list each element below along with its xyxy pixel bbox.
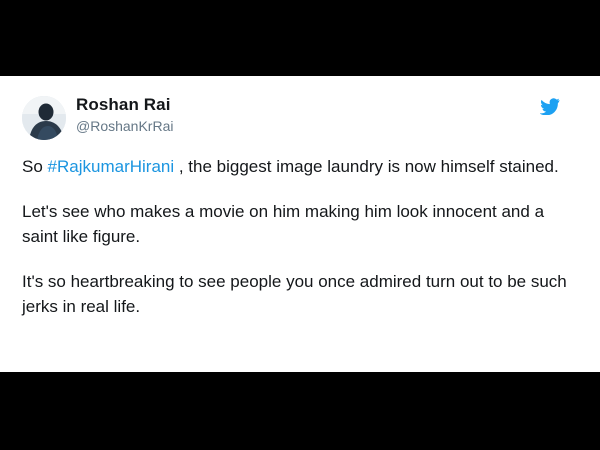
tweet-paragraph-2: Let's see who makes a movie on him makin… [22, 202, 545, 246]
tweet-paragraph-3: It's so heartbreaking to see people you … [22, 272, 567, 316]
hashtag-link[interactable]: #RajkumarHirani [48, 157, 175, 176]
text-segment: So [22, 157, 48, 176]
tweet-text: So #RajkumarHirani , the biggest image l… [22, 154, 578, 339]
author-handle[interactable]: @RoshanKrRai [76, 118, 173, 134]
tweet-card: Roshan Rai @RoshanKrRai So #RajkumarHira… [0, 76, 600, 372]
screenshot-stage: Roshan Rai @RoshanKrRai So #RajkumarHira… [0, 0, 600, 450]
text-segment: , the biggest image laundry is now himse… [174, 157, 559, 176]
author-name[interactable]: Roshan Rai [76, 95, 171, 115]
twitter-bird-icon[interactable] [540, 98, 560, 115]
tweet-paragraph-1: So #RajkumarHirani , the biggest image l… [22, 154, 578, 179]
avatar-image [22, 96, 66, 140]
avatar[interactable] [22, 96, 66, 140]
